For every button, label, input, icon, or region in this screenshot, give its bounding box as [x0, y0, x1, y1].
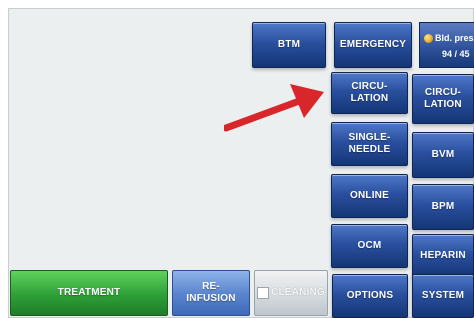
- tab-reinfusion[interactable]: RE- INFUSION: [172, 270, 250, 316]
- tab-options[interactable]: OPTIONS: [332, 274, 408, 318]
- tab-options-label: OPTIONS: [346, 290, 394, 301]
- tab-cleaning-content: CLEANING: [257, 287, 325, 299]
- tab-system[interactable]: SYSTEM: [412, 274, 474, 318]
- bvm-button[interactable]: BVM: [412, 132, 474, 178]
- btm-button[interactable]: BTM: [252, 22, 326, 68]
- tab-cleaning[interactable]: CLEANING: [254, 270, 328, 316]
- single-needle-label-line1: SINGLE-: [348, 132, 391, 143]
- emergency-button[interactable]: EMERGENCY: [334, 22, 412, 68]
- heparin-button[interactable]: HEPARIN: [412, 234, 474, 278]
- bvm-label: BVM: [431, 149, 455, 160]
- online-button[interactable]: ONLINE: [331, 174, 408, 218]
- btm-button-label: BTM: [277, 39, 301, 50]
- bpm-button[interactable]: BPM: [412, 184, 474, 230]
- circulation-right-label-line2: LATION: [424, 99, 462, 110]
- ocm-label: OCM: [357, 240, 382, 251]
- red-arrow-icon: [224, 84, 324, 132]
- touch-screen: BTM EMERGENCY Bld. pres 94 / 45 CIRCU- L…: [8, 8, 474, 318]
- tab-reinfusion-label-line1: RE-: [202, 281, 220, 292]
- circulation-right-label-line1: CIRCU-: [424, 87, 462, 98]
- tab-treatment[interactable]: TREATMENT: [10, 270, 168, 316]
- status-indicator-icon: [424, 34, 433, 43]
- screen-bezel: [0, 0, 474, 6]
- single-needle-button[interactable]: SINGLE- NEEDLE: [331, 122, 408, 166]
- cleaning-checkbox-icon: [257, 287, 270, 299]
- online-label: ONLINE: [350, 190, 389, 201]
- arrow-shaft: [224, 96, 306, 132]
- blood-pressure-value: 94 / 45: [442, 49, 470, 59]
- bpm-label: BPM: [431, 201, 455, 212]
- emergency-button-label: EMERGENCY: [339, 39, 407, 50]
- circulation-button[interactable]: CIRCU- LATION: [331, 72, 408, 114]
- heparin-label: HEPARIN: [420, 250, 466, 261]
- single-needle-label-line2: NEEDLE: [348, 144, 391, 155]
- tab-system-label: SYSTEM: [421, 290, 465, 301]
- blood-pressure-label: Bld. pres: [435, 33, 474, 43]
- blood-pressure-display[interactable]: Bld. pres 94 / 45: [419, 22, 474, 68]
- ocm-button[interactable]: OCM: [331, 224, 408, 268]
- circulation-right-button[interactable]: CIRCU- LATION: [412, 74, 474, 124]
- tab-treatment-label: TREATMENT: [57, 287, 121, 298]
- tab-cleaning-label: CLEANING: [271, 287, 325, 298]
- circulation-label-line2: LATION: [350, 93, 389, 104]
- tab-reinfusion-label-line2: INFUSION: [186, 293, 236, 304]
- circulation-label-line1: CIRCU-: [351, 81, 388, 92]
